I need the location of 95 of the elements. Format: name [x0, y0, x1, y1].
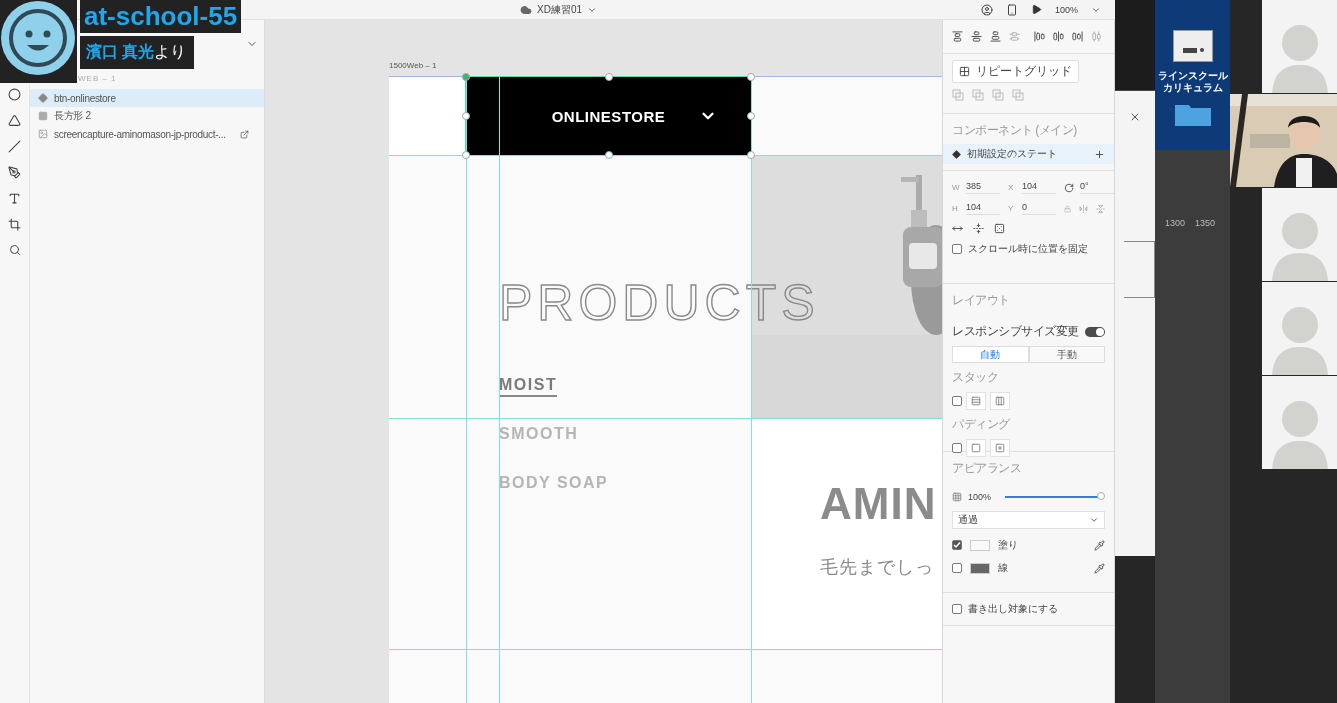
checkbox-label: 塗り [998, 538, 1018, 552]
tagline: 毛先までしっ [820, 556, 934, 579]
resize-handle[interactable] [604, 151, 613, 159]
diamond-icon [38, 93, 48, 103]
zoom-level[interactable]: 100% [1054, 4, 1078, 15]
align-left-icon[interactable] [1034, 31, 1045, 42]
rotation-field[interactable]: 0° [1080, 181, 1114, 194]
section-title: アピアランス [952, 460, 1022, 477]
align-bottom-icon[interactable] [990, 31, 1001, 42]
plus-icon[interactable] [1094, 148, 1105, 160]
ruler-label: 1300 [1165, 218, 1186, 230]
artboard-name: WEB – 1 [77, 74, 118, 83]
artboard-label: 1500Web – 1 [389, 60, 438, 71]
checkbox[interactable] [952, 540, 962, 550]
layer-item[interactable]: 長方形 2 [30, 107, 264, 125]
height-field[interactable]: 104 [966, 202, 1000, 215]
align-center-icon[interactable] [1053, 31, 1064, 42]
layer-item[interactable]: screencapture-aminomason-jp-product-... [30, 125, 264, 143]
close-icon[interactable] [1129, 111, 1141, 123]
folder-icon[interactable] [1174, 102, 1211, 126]
checkbox[interactable] [952, 604, 962, 614]
smartphone-icon[interactable] [1005, 3, 1018, 16]
sender-suffix: より [154, 42, 187, 62]
resize-handle[interactable] [462, 112, 470, 120]
width-field[interactable]: 385 [966, 181, 1000, 194]
pen-icon[interactable] [8, 166, 21, 179]
document-title[interactable]: XD練習01 [537, 2, 582, 17]
grid-icon [959, 66, 970, 77]
checkbox[interactable] [952, 244, 962, 254]
resize-handle[interactable] [604, 73, 613, 81]
opacity-slider[interactable] [1005, 492, 1105, 502]
checkbox-label: スクロール時に位置を固定 [968, 242, 1088, 256]
checkbox[interactable] [952, 443, 962, 453]
y-field[interactable]: 0 [1022, 202, 1056, 215]
stroke-swatch[interactable] [970, 562, 990, 574]
field-label: W [952, 183, 960, 192]
smiley-icon [0, 0, 77, 77]
blend-dropdown[interactable]: 通過 [952, 511, 1105, 529]
chevron-down-icon [1089, 515, 1099, 525]
repeat-grid-button[interactable]: リピートグリッド [952, 60, 1079, 83]
layer-item[interactable]: btn-onlinestore [30, 89, 264, 107]
rows-icon[interactable] [966, 392, 986, 410]
checkbox[interactable] [952, 563, 962, 573]
text-icon[interactable] [8, 192, 21, 205]
rotate-icon [1064, 182, 1074, 193]
line-icon[interactable] [8, 140, 21, 153]
align-middle-icon[interactable] [971, 31, 982, 42]
toggle-switch[interactable] [1085, 326, 1105, 337]
state-name: 初期設定のステート [967, 147, 1057, 161]
ruler-label: 1350 [1195, 218, 1216, 230]
external-link-icon[interactable] [239, 129, 249, 139]
section-title: スタック [952, 369, 999, 386]
crop-icon[interactable] [8, 218, 21, 231]
opacity-icon [952, 492, 962, 502]
triangle-icon[interactable] [8, 114, 21, 127]
field-label: Y [1008, 204, 1015, 213]
resize-horizontal-icon[interactable] [952, 223, 963, 234]
x-field[interactable]: 104 [1022, 181, 1056, 194]
opacity-value[interactable]: 100% [968, 492, 992, 502]
align-right-icon[interactable] [1072, 31, 1083, 42]
cloud-icon [520, 3, 532, 16]
align-top-icon[interactable] [952, 31, 963, 42]
image-icon [38, 129, 48, 139]
dice-icon[interactable] [994, 223, 1005, 234]
field-label: X [1008, 183, 1015, 192]
resize-vertical-icon[interactable] [973, 223, 984, 234]
segment-tab[interactable]: 手動 [1028, 346, 1105, 363]
play-icon[interactable] [1030, 4, 1042, 15]
file-label[interactable]: ラインスクールカリキュラム [1155, 70, 1230, 94]
section-title: レイアウト [952, 292, 1011, 309]
eyedropper-icon[interactable] [1094, 562, 1105, 574]
resize-handle[interactable] [747, 73, 755, 81]
sender-name: 濱口 真光 [86, 42, 155, 62]
eyedropper-icon[interactable] [1094, 539, 1105, 551]
document-thumbnail-icon[interactable] [1172, 30, 1213, 62]
checkbox[interactable] [952, 396, 962, 406]
checkbox-label: 線 [998, 561, 1008, 575]
section-title: パディング [952, 416, 1011, 433]
state-row[interactable]: 初期設定のステート [943, 144, 1114, 164]
meeting-title: at-school-55 [80, 0, 242, 33]
square-icon [38, 111, 48, 121]
section-title: コンポーネント (メイン) [952, 122, 1078, 139]
diamond-icon [952, 149, 961, 159]
segment-tab[interactable]: 自動 [952, 346, 1029, 363]
checkbox-label: 書き出し対象にする [968, 602, 1058, 616]
search-icon[interactable] [8, 244, 21, 256]
columns-icon[interactable] [990, 392, 1010, 410]
brand-heading: AMIN [820, 481, 937, 527]
field-label: H [952, 204, 959, 213]
resize-handle[interactable] [462, 73, 470, 81]
user-icon[interactable] [980, 3, 993, 16]
resize-handle[interactable] [747, 112, 755, 120]
toggle-label: レスポンシブサイズ変更 [952, 323, 1079, 340]
fill-swatch[interactable] [970, 539, 990, 551]
circle-icon[interactable] [8, 88, 21, 101]
